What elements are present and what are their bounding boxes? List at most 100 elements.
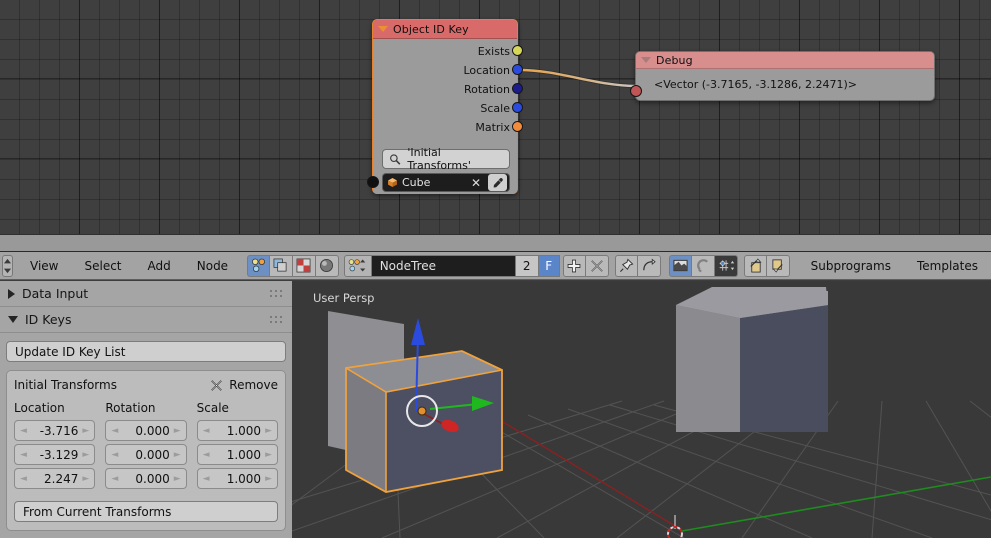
location-x-field[interactable]: ◄ -3.716 ► [14,420,96,441]
decrement-arrow-icon[interactable]: ◄ [203,450,210,460]
new-nodetree-button[interactable] [562,254,586,277]
scale-z-field[interactable]: ◄ 1.000 ► [196,468,278,489]
id-key-name-value: 'Initial Transforms' [407,146,471,172]
go-to-parent-button[interactable] [637,254,661,277]
id-key-card: Initial Transforms Remove Location ◄ -3.… [6,370,286,531]
node-object-id-key[interactable]: Object ID Key Exists Location Rotation S… [367,19,523,194]
object-cube-icon [388,178,397,187]
rotation-x-field[interactable]: ◄ 0.000 ► [105,420,187,441]
snap-magnet-button[interactable] [692,254,716,277]
decrement-arrow-icon[interactable]: ◄ [111,450,118,460]
increment-arrow-icon[interactable]: ► [82,474,89,484]
eyedropper-button[interactable] [488,174,507,191]
increment-arrow-icon[interactable]: ► [265,426,272,436]
copy-paste-group[interactable] [744,254,791,277]
node-debug[interactable]: Debug <Vector (-3.7165, -3.1286, 2.2471)… [630,51,935,101]
decrement-arrow-icon[interactable]: ◄ [203,426,210,436]
location-y-field[interactable]: ◄ -3.129 ► [14,444,96,465]
backdrop-button[interactable] [669,254,693,277]
menu-node[interactable]: Node [184,259,241,273]
editor-type-icon [3,258,12,273]
increment-arrow-icon[interactable]: ► [265,450,272,460]
background-cube-shape [676,287,828,432]
menu-view[interactable]: View [17,259,71,273]
increment-arrow-icon[interactable]: ► [174,474,181,484]
socket-exists[interactable] [512,45,523,56]
pin-parent-group[interactable] [614,254,661,277]
menu-select[interactable]: Select [71,259,134,273]
properties-sidebar: Data Input ID Keys Update ID Key List In… [0,281,292,538]
backdrop-icon [673,259,688,272]
node-editor-canvas[interactable]: Object ID Key Exists Location Rotation S… [0,0,991,234]
node-title: Debug [656,53,693,67]
node-header-object-id-key[interactable]: Object ID Key [373,20,517,39]
output-label-scale: Scale [480,102,510,115]
scale-x-field[interactable]: ◄ 1.000 ► [196,420,278,441]
socket-object-input[interactable] [367,176,379,188]
node-header-debug[interactable]: Debug [636,52,934,69]
increment-arrow-icon[interactable]: ► [174,450,181,460]
editor-type-button[interactable] [2,254,13,277]
node-body: <Vector (-3.7165, -3.1286, 2.2471)> [636,69,934,100]
remove-id-key-button[interactable]: Remove [210,378,278,392]
object-selector-field[interactable]: Cube ✕ [382,173,510,192]
nodetree-users-count[interactable]: 2 [515,254,539,277]
nodetree-datablock[interactable]: NodeTree 2 F [343,254,560,277]
collapse-triangle-icon[interactable] [8,316,18,323]
nodetree-type-button[interactable] [343,254,372,277]
decrement-arrow-icon[interactable]: ◄ [203,474,210,484]
location-z-field[interactable]: ◄ 2.247 ► [14,468,96,489]
backdrop-snap-group[interactable] [669,254,739,277]
node-title: Object ID Key [393,22,469,36]
rotation-z-field[interactable]: ◄ 0.000 ► [105,468,187,489]
decrement-arrow-icon[interactable]: ◄ [20,426,27,436]
texture-nodes-button[interactable] [292,254,316,277]
collapse-triangle-icon[interactable] [641,57,651,63]
nodetree-actions-group[interactable] [562,254,609,277]
panel-id-keys[interactable]: ID Keys [0,307,292,333]
copy-button[interactable] [744,254,768,277]
increment-arrow-icon[interactable]: ► [174,426,181,436]
increment-arrow-icon[interactable]: ► [82,426,89,436]
decrement-arrow-icon[interactable]: ◄ [111,426,118,436]
fake-user-toggle[interactable]: F [538,254,560,277]
decrement-arrow-icon[interactable]: ◄ [20,474,27,484]
unlink-nodetree-button[interactable] [585,254,609,277]
id-key-name-field[interactable]: 'Initial Transforms' [382,146,510,172]
socket-scale[interactable] [512,102,523,113]
scale-y-field[interactable]: ◄ 1.000 ► [196,444,278,465]
snap-element-button[interactable] [715,254,739,277]
area-split-bar[interactable] [0,234,991,252]
panel-data-input[interactable]: Data Input [0,281,292,307]
menu-subprograms[interactable]: Subprograms [798,259,904,273]
shader-nodes-button[interactable] [246,254,270,277]
eyedropper-icon [493,177,503,187]
decrement-arrow-icon[interactable]: ◄ [20,450,27,460]
socket-matrix[interactable] [512,121,523,132]
socket-location[interactable] [512,64,523,75]
socket-debug-input[interactable] [630,85,642,97]
field-value: 1.000 [226,447,262,462]
nodetree-name-field[interactable]: NodeTree [371,254,516,277]
rotation-y-field[interactable]: ◄ 0.000 ► [105,444,187,465]
field-value: 0.000 [135,471,170,486]
paste-button[interactable] [767,254,791,277]
decrement-arrow-icon[interactable]: ◄ [111,474,118,484]
menu-templates[interactable]: Templates [904,259,991,273]
update-id-key-list-button[interactable]: Update ID Key List [6,341,286,362]
shader-nodes-icon [251,258,265,272]
increment-arrow-icon[interactable]: ► [82,450,89,460]
go-to-parent-icon [643,258,656,271]
collapse-triangle-icon[interactable] [378,26,388,32]
compositing-nodes-button[interactable] [269,254,293,277]
expand-triangle-icon[interactable] [8,288,15,299]
node-tree-type-group[interactable] [246,254,339,277]
clear-object-icon[interactable]: ✕ [468,176,484,190]
3d-viewport[interactable]: User Persp [292,281,991,538]
socket-rotation[interactable] [512,83,523,94]
increment-arrow-icon[interactable]: ► [265,474,272,484]
menu-add[interactable]: Add [135,259,184,273]
from-current-transforms-button[interactable]: From Current Transforms [14,501,278,522]
material-preview-button[interactable] [315,254,339,277]
pin-button[interactable] [614,254,638,277]
